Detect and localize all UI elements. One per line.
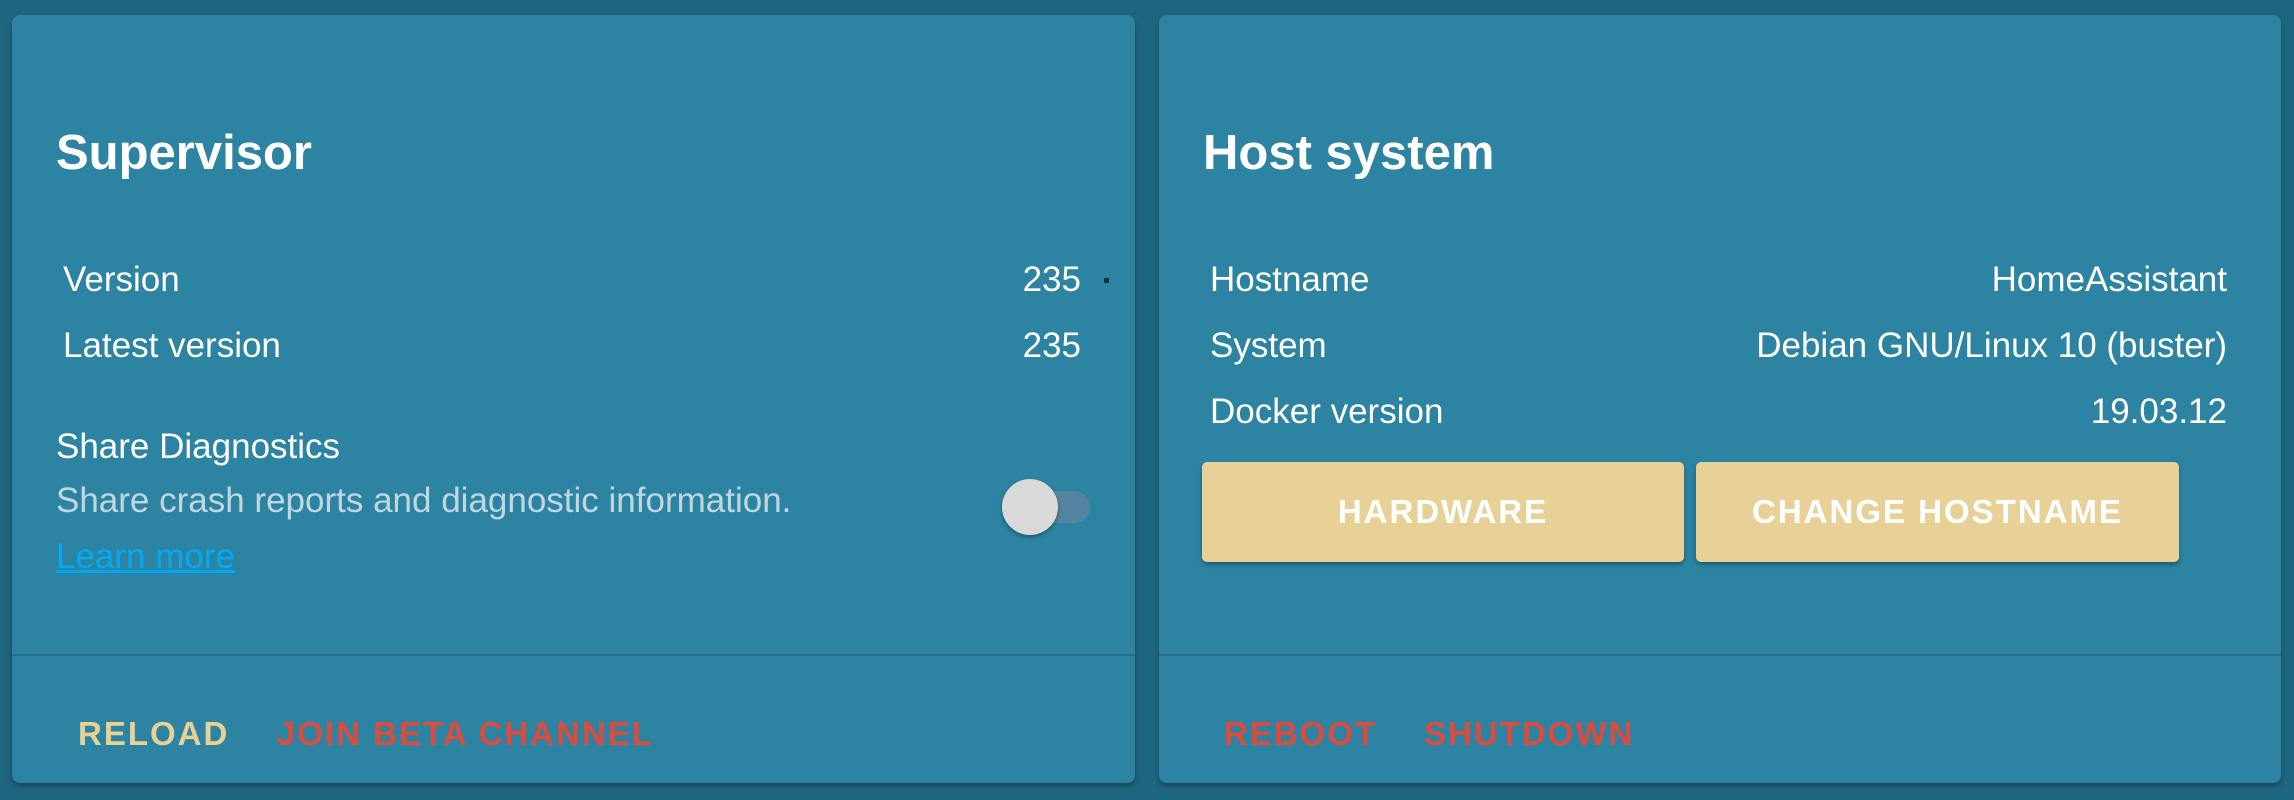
system-value: Debian GNU/Linux 10 (buster) [1756,326,2227,365]
docker-version-label: Docker version [1210,392,1444,431]
system-label: System [1210,326,1327,365]
hardware-button[interactable]: HARDWARE [1202,462,1684,562]
card-actions-divider [12,654,1135,656]
join-beta-channel-button[interactable]: JOIN BETA CHANNEL [277,715,654,753]
learn-more-link[interactable]: Learn more [56,537,235,577]
latest-version-value: 235 [1022,326,1081,365]
docker-version-row: Docker version 19.03.12 [1210,387,2227,437]
change-hostname-button[interactable]: CHANGE HOSTNAME [1696,462,2179,562]
hostname-row: Hostname HomeAssistant [1210,255,2227,305]
share-diagnostics-toggle[interactable] [992,465,1102,545]
host-system-card: Host system Hostname HomeAssistant Syste… [1159,15,2281,783]
hostname-value: HomeAssistant [1991,260,2227,299]
version-label: Version [63,260,180,299]
toggle-thumb [1002,479,1058,535]
shutdown-button[interactable]: SHUTDOWN [1424,715,1634,753]
stray-dot [1104,278,1109,283]
share-diagnostics-title: Share Diagnostics [56,427,341,466]
reboot-button[interactable]: REBOOT [1224,715,1377,753]
latest-version-row: Latest version 235 [63,321,1081,371]
version-row: Version 235 [63,255,1081,305]
reload-button[interactable]: RELOAD [78,715,229,753]
card-actions-divider [1159,654,2281,656]
share-diagnostics-description: Share crash reports and diagnostic infor… [56,481,792,520]
version-value: 235 [1022,260,1081,299]
latest-version-label: Latest version [63,326,281,365]
system-row: System Debian GNU/Linux 10 (buster) [1210,321,2227,371]
host-system-title: Host system [1203,126,1495,180]
hostname-label: Hostname [1210,260,1370,299]
docker-version-value: 19.03.12 [2090,392,2227,431]
supervisor-title: Supervisor [56,126,312,180]
supervisor-card: Supervisor Version 235 Latest version 23… [12,15,1135,783]
